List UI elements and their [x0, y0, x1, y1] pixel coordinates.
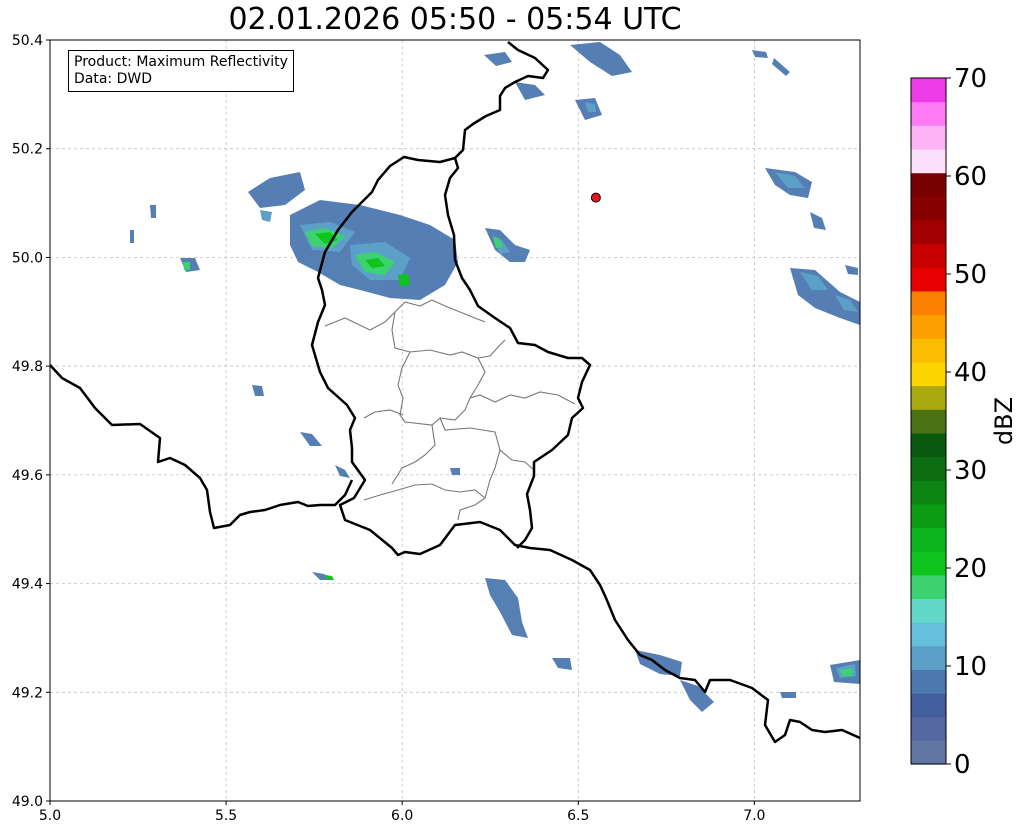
colorbar-tick-label: 70 [954, 64, 987, 94]
colorbar-segment [911, 101, 946, 126]
x-tick-label: 6.0 [391, 808, 413, 824]
echo-cell [450, 468, 460, 475]
colorbar-tick-label: 0 [954, 750, 971, 780]
colorbar-segment [911, 409, 946, 434]
echo-cell [484, 52, 512, 66]
echo-cell [780, 692, 796, 698]
colorbar-segment [911, 693, 946, 718]
colorbar-segment [911, 551, 946, 576]
radar-map: 5.0 5.5 6.0 6.5 7.0 50.4 50.2 50.0 49.8 49.6 49.4… [12, 33, 987, 824]
echo-cell [772, 58, 790, 76]
y-tick-label: 50.2 [12, 142, 43, 158]
admin-boundaries [324, 299, 576, 521]
colorbar-ticks: 0 10 20 30 40 50 60 70 [946, 64, 987, 780]
colorbar-segment [911, 716, 946, 741]
colorbar-segment [911, 385, 946, 410]
colorbar-segment [911, 219, 946, 245]
echo-cell [570, 42, 632, 76]
colorbar-tick-label: 40 [954, 358, 987, 388]
colorbar-segment [911, 243, 946, 268]
colorbar-segment [911, 527, 946, 552]
colorbar-segment [911, 290, 946, 316]
echo-cell [150, 205, 156, 218]
colorbar-segment [911, 480, 946, 505]
x-tick-label: 7.0 [743, 808, 765, 824]
colorbar-segment [911, 314, 946, 339]
colorbar-tick-label: 60 [954, 162, 987, 192]
echo-cell [485, 228, 530, 262]
colorbar-unit-label: dBZ [990, 397, 1018, 445]
echo-cell [252, 385, 264, 396]
product-info-box: Product: Maximum Reflectivity Data: DWD [68, 50, 294, 92]
data-source-label: Data: DWD [74, 71, 152, 87]
radar-echoes [130, 42, 860, 712]
colorbar-tick-label: 30 [954, 456, 987, 486]
colorbar-tick-label: 50 [954, 260, 987, 290]
echo-cell [300, 432, 322, 446]
echo-cell [790, 268, 860, 325]
x-tick-label: 6.5 [567, 808, 589, 824]
colorbar-segment [911, 361, 946, 387]
y-tick-label: 50.0 [12, 250, 43, 266]
colorbar [911, 78, 946, 765]
echo-cell [248, 172, 305, 208]
echo-cell [335, 465, 350, 478]
echo-cell [515, 82, 545, 100]
colorbar-segment [911, 740, 946, 765]
echo-cell [398, 274, 410, 286]
y-tick-label: 49.2 [12, 685, 43, 701]
echo-cell [635, 650, 682, 676]
echo-cell [183, 262, 190, 270]
colorbar-segment [911, 645, 946, 670]
colorbar-tick-label: 10 [954, 652, 987, 682]
colorbar-segment [911, 503, 946, 529]
colorbar-segment [911, 669, 946, 694]
colorbar-segment [911, 196, 946, 221]
colorbar-segment [911, 456, 946, 481]
product-label: Product: Maximum Reflectivity [74, 54, 288, 70]
colorbar-unit: dBZ [990, 397, 1018, 445]
echo-cell [485, 578, 528, 638]
x-axis-ticks: 5.0 5.5 6.0 6.5 7.0 [39, 801, 765, 824]
x-tick-label: 5.5 [215, 808, 237, 824]
echo-cell [552, 658, 572, 670]
echo-cell [752, 50, 768, 58]
echo-cell [845, 265, 858, 275]
echo-cell [260, 210, 272, 222]
echo-cell [130, 230, 134, 243]
location-marker [590, 192, 601, 203]
colorbar-segment [911, 125, 946, 150]
colorbar-segment [911, 267, 946, 292]
y-tick-label: 49.0 [12, 794, 43, 810]
colorbar-segment [911, 148, 946, 174]
country-borders [50, 41, 860, 744]
colorbar-segment [911, 78, 946, 103]
colorbar-segment [911, 622, 946, 647]
colorbar-segment [911, 598, 946, 623]
echo-cell [810, 212, 826, 230]
y-tick-label: 49.8 [12, 359, 43, 375]
y-tick-label: 49.6 [12, 468, 43, 484]
y-tick-label: 49.4 [12, 577, 43, 593]
colorbar-segment [911, 574, 946, 600]
y-tick-label: 50.4 [12, 33, 43, 49]
y-axis-ticks: 50.4 50.2 50.0 49.8 49.6 49.4 49.2 49.0 [12, 33, 50, 810]
colorbar-tick-label: 20 [954, 554, 987, 584]
colorbar-segment [911, 338, 946, 363]
colorbar-segment [911, 432, 946, 458]
colorbar-segment [911, 172, 946, 197]
x-tick-label: 5.0 [39, 808, 61, 824]
